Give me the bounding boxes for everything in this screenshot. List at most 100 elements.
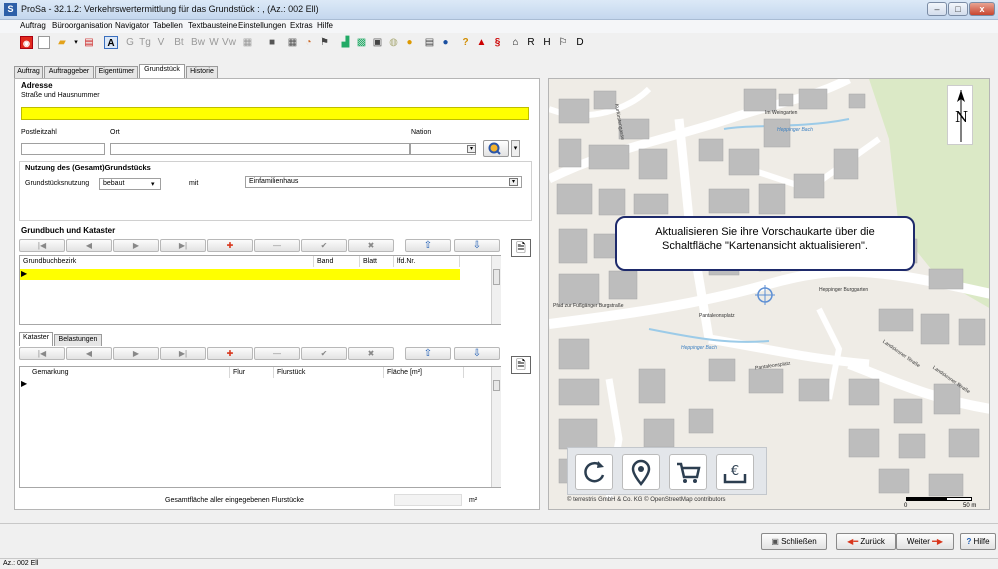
back-button[interactable]: ◀━ Zurück (836, 533, 896, 550)
scrollbar-thumb[interactable] (493, 380, 500, 391)
tab-kataster[interactable]: Kataster (19, 332, 53, 346)
globe-icon[interactable]: ◍ (387, 36, 400, 49)
add-record-button[interactable]: ✚ (207, 347, 253, 360)
order-cart-button[interactable] (669, 454, 707, 490)
add-record-button[interactable]: ✚ (207, 239, 253, 252)
move-up-button[interactable]: ⇧ (405, 239, 451, 252)
tab-eigentuemer[interactable]: Eigentümer (95, 66, 138, 78)
chart-icon[interactable]: ◔ (302, 36, 315, 49)
warning-icon[interactable]: ● (403, 36, 416, 49)
tab-historie[interactable]: Historie (186, 66, 218, 78)
nation-dropdown-icon[interactable]: ▾ (467, 145, 476, 153)
dropdown-arrow-icon[interactable]: ▾ (72, 36, 80, 49)
prev-record-button[interactable]: ◀ (66, 239, 112, 252)
toolbar-w-button[interactable]: W (209, 36, 219, 49)
cancel-record-button[interactable]: ✖ (348, 239, 394, 252)
toolbar-vw-button[interactable]: Vw (222, 36, 236, 49)
delete-record-button[interactable]: — (254, 347, 300, 360)
toolbar-v-button[interactable]: V (156, 36, 166, 49)
confirm-record-button[interactable]: ✔ (301, 239, 347, 252)
next-record-button[interactable]: ▶ (113, 239, 159, 252)
toolbar-g-button[interactable]: G (125, 36, 135, 49)
new-document-icon[interactable] (38, 36, 50, 49)
euro-download-button[interactable]: € (716, 454, 754, 490)
menu-bueroorganisation[interactable]: Büroorganisation (52, 21, 112, 30)
toolbar-bw-button[interactable]: Bw (191, 36, 205, 49)
prev-record-button[interactable]: ◀ (66, 347, 112, 360)
help-button[interactable]: ? Hilfe (960, 533, 996, 550)
square-icon[interactable]: ■ (266, 36, 278, 49)
menu-auftrag[interactable]: Auftrag (20, 21, 46, 30)
menu-tabellen[interactable]: Tabellen (153, 21, 183, 30)
maximize-button[interactable]: □ (948, 2, 968, 16)
next-record-button[interactable]: ▶ (113, 347, 159, 360)
tab-auftraggeber[interactable]: Auftraggeber (44, 66, 94, 78)
first-record-button[interactable]: |◀ (19, 239, 65, 252)
close-button[interactable]: ▣ Schließen (761, 533, 827, 550)
calculator-icon[interactable]: ▦ (286, 36, 299, 49)
city-input[interactable] (110, 143, 410, 155)
scrollbar[interactable] (491, 256, 501, 324)
table-row[interactable] (20, 269, 460, 280)
menu-hilfe[interactable]: Hilfe (317, 21, 333, 30)
export-icon[interactable]: 🗎 (511, 356, 531, 374)
alert-icon[interactable]: ▲ (475, 36, 488, 49)
print-close-icon: ▣ (771, 537, 782, 546)
toolbar-tg-button[interactable]: Tg (139, 36, 151, 49)
help-icon[interactable]: ? (459, 36, 472, 49)
postal-code-input[interactable] (21, 143, 105, 155)
lookup-button[interactable] (483, 140, 509, 157)
menu-textbausteine[interactable]: Textbausteine (188, 21, 237, 30)
toolbar-h-button[interactable]: H (541, 36, 553, 49)
lookup-dropdown-icon[interactable]: ▾ (511, 140, 520, 157)
next-button[interactable]: Weiter ━▶ (896, 533, 954, 550)
delete-record-button[interactable]: — (254, 239, 300, 252)
cancel-record-button[interactable]: ✖ (348, 347, 394, 360)
scrollbar-thumb[interactable] (493, 269, 500, 285)
move-down-button[interactable]: ⇩ (454, 239, 500, 252)
tag-icon[interactable]: ⚑ (318, 36, 331, 49)
confirm-record-button[interactable]: ✔ (301, 347, 347, 360)
last-record-button[interactable]: ▶| (160, 347, 206, 360)
info-icon[interactable]: ● (439, 36, 452, 49)
toolbar-r-button[interactable]: R (525, 36, 537, 49)
a-format-button[interactable]: A (104, 36, 118, 49)
water-label: Heppinger Bach (681, 345, 717, 351)
tab-grundstueck[interactable]: Grundstück (139, 64, 185, 78)
paste-icon[interactable]: ▤ (82, 36, 96, 49)
building-type-dropdown-icon[interactable]: ▾ (509, 178, 518, 186)
list-icon[interactable]: ▤ (423, 36, 436, 49)
stop-icon[interactable]: ◉ (20, 36, 33, 49)
map-preview[interactable]: Im Weingarten Heppinger Bach Heppinger B… (548, 78, 990, 510)
open-folder-icon[interactable]: ▰ (55, 36, 69, 49)
menu-navigator[interactable]: Navigator (115, 21, 149, 30)
refresh-map-button[interactable] (575, 454, 613, 490)
toolbar-d-button[interactable]: D (574, 36, 586, 49)
toolbar-bt-button[interactable]: Bt (173, 36, 185, 49)
close-window-button[interactable]: x (969, 2, 995, 16)
scrollbar[interactable] (491, 367, 501, 487)
tab-belastungen[interactable]: Belastungen (54, 334, 102, 346)
first-record-button[interactable]: |◀ (19, 347, 65, 360)
locate-button[interactable] (622, 454, 660, 490)
minimize-button[interactable]: – (927, 2, 947, 16)
export-icon[interactable]: 🗎 (511, 239, 531, 257)
street-input[interactable] (21, 107, 529, 120)
row-pointer-icon: ▶ (21, 269, 28, 278)
move-down-button[interactable]: ⇩ (454, 347, 500, 360)
building-type-select[interactable]: Einfamilienhaus (245, 176, 522, 188)
table-icon[interactable]: ▦ (241, 36, 254, 49)
building-icon[interactable]: ⌂ (509, 36, 522, 49)
paragraph-icon[interactable]: § (491, 36, 504, 49)
menu-einstellungen[interactable]: Einstellungen (238, 21, 286, 30)
move-up-button[interactable]: ⇧ (405, 347, 451, 360)
flag-icon[interactable]: ⚐ (557, 36, 569, 49)
map-icon[interactable]: ▩ (355, 36, 368, 49)
tab-auftrag[interactable]: Auftrag (14, 66, 43, 78)
image-icon[interactable]: ▣ (371, 36, 384, 49)
last-record-button[interactable]: ▶| (160, 239, 206, 252)
usage-dropdown-icon[interactable]: ▾ (151, 180, 155, 188)
cart-icon (677, 462, 701, 483)
menu-extras[interactable]: Extras (290, 21, 313, 30)
stats-icon[interactable]: ▟ (339, 36, 352, 49)
